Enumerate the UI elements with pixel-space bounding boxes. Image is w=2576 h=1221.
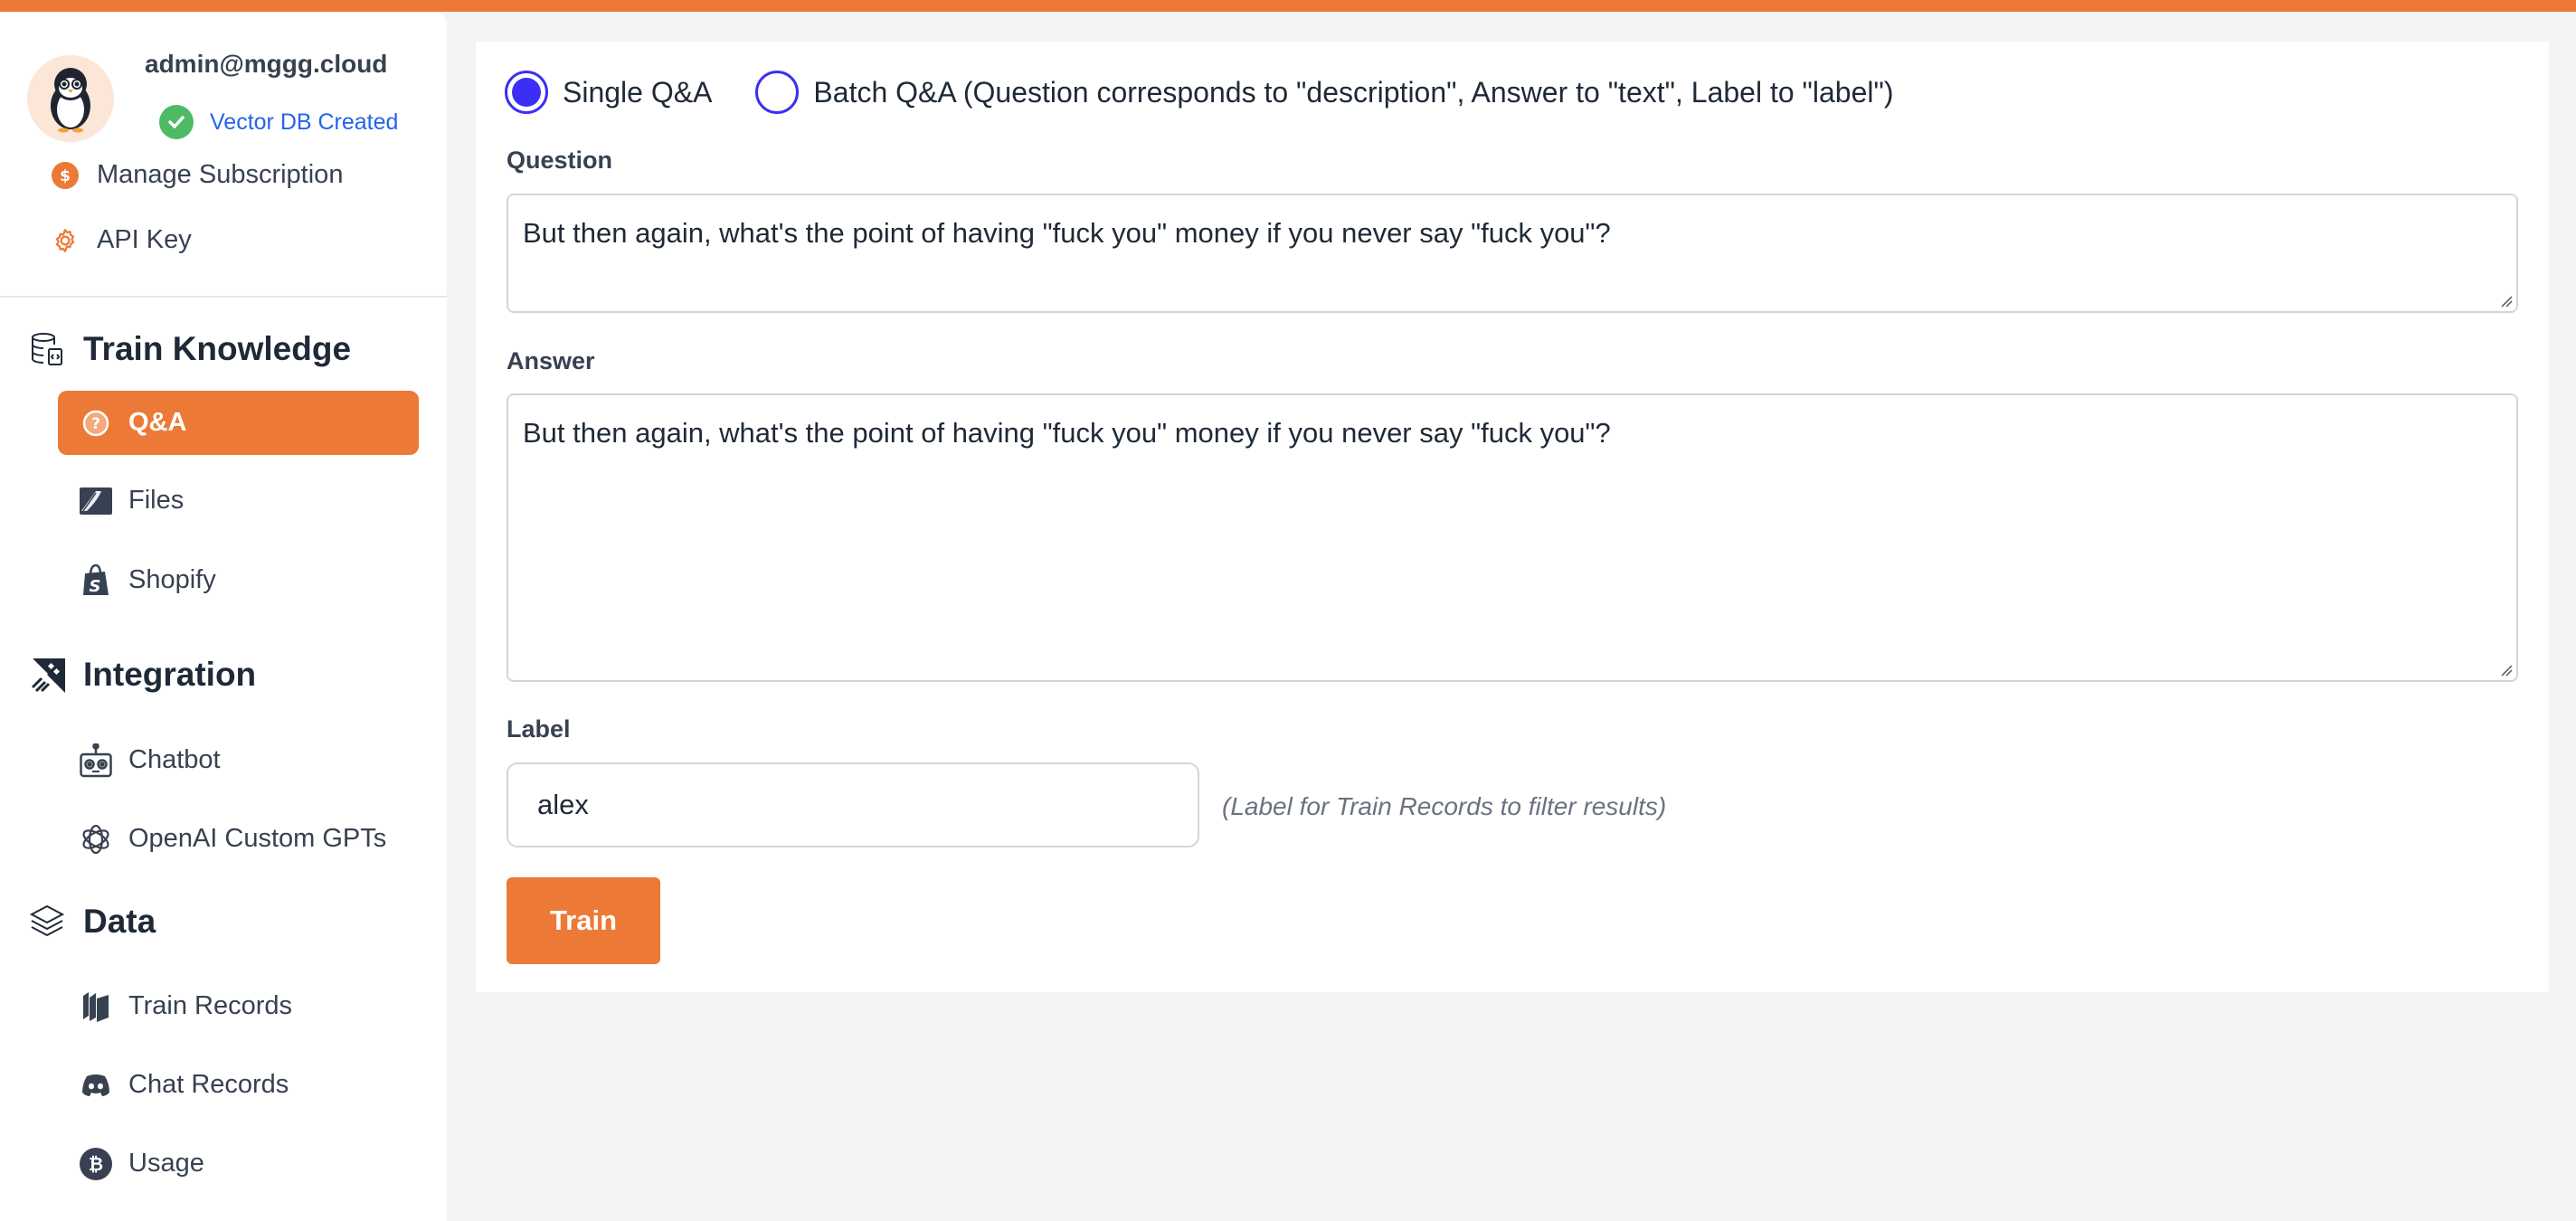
dollar-circle-icon: $ bbox=[52, 161, 79, 189]
label-input[interactable] bbox=[507, 762, 1199, 847]
bitcoin-icon: ₿ bbox=[80, 1147, 112, 1180]
sidebar-item-chatbot[interactable]: Chatbot bbox=[58, 728, 419, 792]
rocket-icon bbox=[29, 657, 65, 693]
discord-icon bbox=[80, 1069, 112, 1102]
top-accent-bar bbox=[0, 0, 2576, 12]
robot-icon bbox=[80, 743, 112, 777]
books-icon bbox=[80, 990, 112, 1023]
penguin-icon bbox=[51, 68, 90, 133]
question-label: Question bbox=[507, 147, 613, 174]
sidebar-divider bbox=[0, 296, 447, 298]
question-circle-icon: ? bbox=[80, 407, 112, 440]
api-key-label: API Key bbox=[97, 225, 192, 254]
sidebar-item-qa[interactable]: ? Q&A bbox=[58, 391, 419, 455]
single-qa-label[interactable]: Single Q&A bbox=[563, 76, 712, 109]
section-title: Train Knowledge bbox=[83, 330, 352, 367]
svg-text:S: S bbox=[90, 577, 101, 596]
vector-db-status: Vector DB Created bbox=[159, 105, 398, 139]
svg-text:?: ? bbox=[91, 415, 100, 433]
answer-textarea[interactable]: But then again, what's the point of havi… bbox=[507, 393, 2518, 682]
label-field-label: Label bbox=[507, 715, 571, 743]
database-code-icon bbox=[29, 331, 65, 367]
single-qa-radio[interactable] bbox=[505, 71, 548, 114]
openai-icon bbox=[80, 823, 112, 856]
sidebar: admin@mggg.cloud Vector DB Created $ Man… bbox=[0, 12, 447, 1221]
file-icon bbox=[80, 485, 112, 517]
section-title: Integration bbox=[83, 656, 257, 693]
section-title: Data bbox=[83, 903, 156, 940]
check-circle-icon bbox=[159, 105, 194, 139]
gear-icon bbox=[52, 227, 79, 254]
resize-handle-icon[interactable] bbox=[2500, 295, 2513, 308]
label-hint: (Label for Train Records to filter resul… bbox=[1222, 792, 1667, 820]
sidebar-item-label: Usage bbox=[128, 1149, 204, 1178]
manage-subscription-label: Manage Subscription bbox=[97, 160, 344, 189]
answer-label: Answer bbox=[507, 347, 595, 374]
resize-handle-icon[interactable] bbox=[2500, 664, 2513, 677]
sidebar-item-shopify[interactable]: S Shopify bbox=[58, 548, 419, 612]
answer-text: But then again, what's the point of havi… bbox=[523, 417, 1611, 449]
account-email: admin@mggg.cloud bbox=[145, 50, 388, 78]
question-textarea[interactable]: But then again, what's the point of havi… bbox=[507, 194, 2518, 313]
section-integration: Integration bbox=[29, 656, 256, 694]
mode-selector: Single Q&A Batch Q&A (Question correspon… bbox=[505, 71, 1937, 114]
sidebar-item-label: Files bbox=[128, 486, 185, 515]
sidebar-item-openai-custom-gpts[interactable]: OpenAI Custom GPTs bbox=[58, 807, 419, 871]
sidebar-item-files[interactable]: Files bbox=[58, 469, 419, 533]
qa-training-form: Single Q&A Batch Q&A (Question correspon… bbox=[476, 42, 2549, 992]
sidebar-item-label: Shopify bbox=[128, 565, 216, 594]
section-data: Data bbox=[29, 903, 156, 941]
shopify-bag-icon: S bbox=[80, 563, 112, 597]
layers-icon bbox=[29, 904, 65, 940]
batch-qa-radio[interactable] bbox=[755, 71, 800, 114]
sidebar-item-train-records[interactable]: Train Records bbox=[58, 974, 419, 1038]
sidebar-item-label: Chat Records bbox=[128, 1070, 289, 1099]
sidebar-item-usage[interactable]: ₿ Usage bbox=[58, 1131, 419, 1196]
sidebar-item-label: OpenAI Custom GPTs bbox=[128, 824, 387, 853]
train-button[interactable]: Train bbox=[507, 877, 660, 964]
sidebar-item-label: Q&A bbox=[128, 408, 187, 437]
svg-text:₿: ₿ bbox=[89, 1153, 103, 1175]
sidebar-item-label: Train Records bbox=[128, 991, 293, 1020]
manage-subscription-link[interactable]: $ Manage Subscription bbox=[52, 160, 343, 190]
sidebar-item-label: Chatbot bbox=[128, 745, 221, 774]
question-text: But then again, what's the point of havi… bbox=[523, 217, 1611, 249]
svg-text:$: $ bbox=[60, 167, 71, 185]
api-key-link[interactable]: API Key bbox=[52, 225, 192, 255]
penguin-avatar[interactable] bbox=[27, 55, 114, 142]
sidebar-item-chat-records[interactable]: Chat Records bbox=[58, 1053, 419, 1117]
section-train-knowledge: Train Knowledge bbox=[29, 330, 351, 368]
batch-qa-label[interactable]: Batch Q&A (Question corresponds to "desc… bbox=[813, 76, 1893, 109]
vector-db-status-text: Vector DB Created bbox=[210, 109, 399, 135]
